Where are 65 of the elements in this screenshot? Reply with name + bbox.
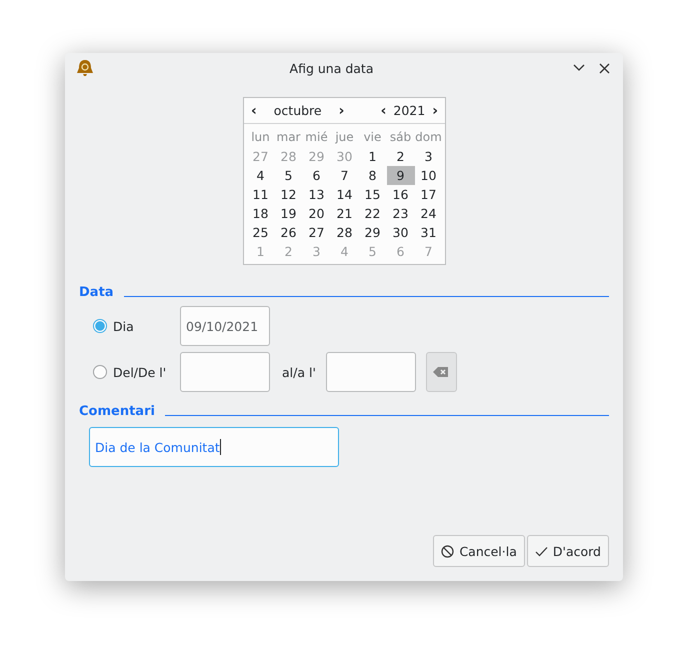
calendar-day[interactable]: 6 [302,166,330,185]
calendar-day[interactable]: 16 [386,185,414,204]
calendar-day[interactable]: 9 [386,166,414,185]
radio-label[interactable]: Dia [113,318,180,334]
calendar-day[interactable]: 26 [274,223,302,242]
calendar-day[interactable]: 14 [330,185,358,204]
calendar-day[interactable]: 24 [414,204,442,223]
calendar-day[interactable]: 5 [274,166,302,185]
ok-button[interactable]: D'acord [526,535,609,567]
calendar-day[interactable]: 27 [302,223,330,242]
start-date-field[interactable] [180,352,270,392]
next-month-button[interactable]: › [336,102,348,118]
year-label[interactable]: 2021 [393,103,426,118]
calendar-day[interactable]: 19 [274,204,302,223]
month-label[interactable]: octubre [264,103,332,118]
previous-year-button[interactable]: ‹ [378,102,390,118]
cancel-icon [441,544,454,558]
next-year-button[interactable]: › [429,102,441,118]
weekday-label: vie [362,129,382,146]
calendar-day[interactable]: 3 [414,147,442,166]
cancel-button[interactable]: Cancel·la [433,535,525,567]
section-heading: Data [79,285,114,300]
field-label: al/a l' [282,364,316,380]
calendar-day[interactable]: 25 [246,223,274,242]
window-title: Afig una data [288,60,374,76]
section-heading: Comentari [79,404,155,419]
radio-button[interactable] [93,365,107,379]
calendar-day[interactable]: 22 [358,204,386,223]
date-field[interactable]: 09/10/2021 [180,306,270,346]
weekday-label: sáb [388,129,412,146]
clear-button[interactable] [426,352,457,392]
calendar-day[interactable]: 23 [386,204,414,223]
calendar-day[interactable]: 21 [330,204,358,223]
previous-month-button[interactable]: ‹ [248,102,260,118]
backspace-icon [433,366,450,378]
calendar-day[interactable]: 10 [414,166,442,185]
calendar-day[interactable]: 11 [246,185,274,204]
calendar-day[interactable]: 1 [358,147,386,166]
calendar-day[interactable]: 12 [274,185,302,204]
minimize-icon[interactable] [573,64,585,72]
weekday-label: lun [250,129,271,146]
calendar-day[interactable]: 13 [302,185,330,204]
weekday-label: dom [414,129,442,146]
calendar-day[interactable]: 29 [358,223,386,242]
calendar-day[interactable]: 30 [386,223,414,242]
checkmark-icon [534,546,548,556]
weekday-label: mar [276,129,302,146]
calendar-day[interactable]: 18 [246,204,274,223]
calendar-day[interactable]: 31 [414,223,442,242]
weekday-label: mié [304,129,329,146]
radio-button[interactable] [93,319,107,333]
end-date-field[interactable] [326,352,416,392]
calendar-day[interactable]: 20 [302,204,330,223]
close-icon[interactable] [599,62,610,74]
bell-icon [76,59,94,77]
calendar-day[interactable]: 28 [330,223,358,242]
radio-label[interactable]: Del/De l' [113,364,180,380]
calendar-day[interactable]: 8 [358,166,386,185]
calendar-day[interactable]: 4 [246,166,274,185]
comment-field[interactable]: Dia de la Comunitat [89,427,339,467]
calendar-day[interactable]: 7 [330,166,358,185]
weekday-label: jue [334,129,355,146]
calendar-day[interactable]: 2 [386,147,414,166]
calendar-day[interactable]: 17 [414,185,442,204]
calendar-day[interactable]: 15 [358,185,386,204]
